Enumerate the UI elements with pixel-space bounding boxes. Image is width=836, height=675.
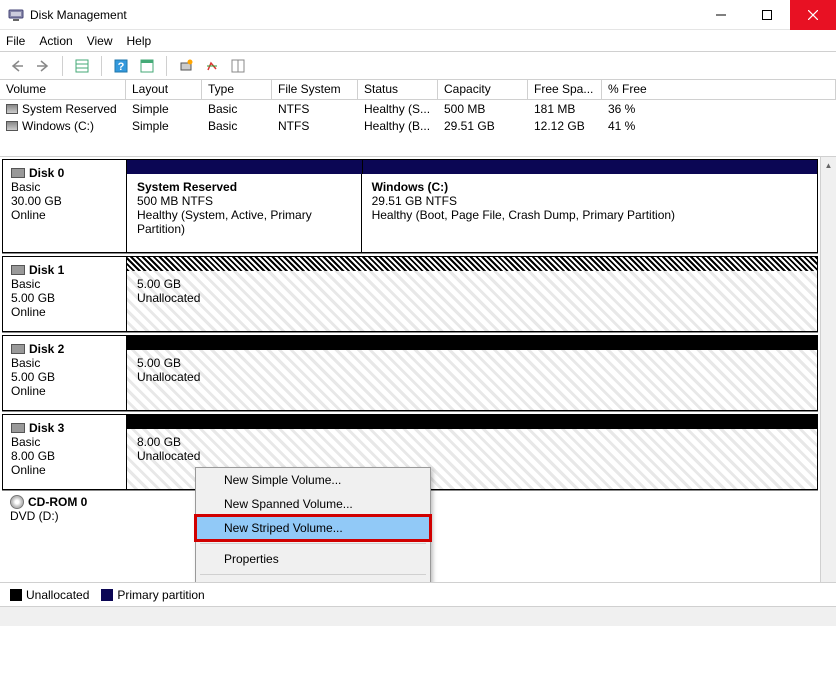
vol-layout: Simple	[126, 100, 202, 117]
col-volume[interactable]: Volume	[0, 80, 126, 99]
menu-file[interactable]: File	[6, 34, 25, 48]
volume-grid-header: Volume Layout Type File System Status Ca…	[0, 80, 836, 100]
col-capacity[interactable]: Capacity	[438, 80, 528, 99]
volume-row[interactable]: System Reserved Simple Basic NTFS Health…	[0, 100, 836, 117]
disk-row-2: Disk 2 Basic 5.00 GB Online 5.00 GB Unal…	[2, 335, 818, 412]
svg-text:?: ?	[118, 61, 125, 73]
legend-swatch-unallocated	[10, 589, 22, 601]
view-graphic-button[interactable]	[136, 55, 158, 77]
ctx-properties[interactable]: Properties	[196, 547, 430, 571]
ctx-separator	[200, 543, 426, 544]
disk-icon	[11, 344, 25, 354]
action3-button[interactable]	[227, 55, 249, 77]
vol-name: Windows (C:)	[22, 119, 94, 133]
volume-grid: System Reserved Simple Basic NTFS Health…	[0, 100, 836, 156]
vol-layout: Simple	[126, 117, 202, 134]
ctx-new-striped-volume[interactable]: New Striped Volume...	[196, 516, 430, 540]
vol-status: Healthy (S...	[358, 100, 438, 117]
vol-fs: NTFS	[272, 117, 358, 134]
forward-button[interactable]	[32, 55, 54, 77]
vol-pct: 36 %	[602, 100, 836, 117]
ctx-help[interactable]: Help	[196, 578, 430, 582]
ctx-separator	[200, 574, 426, 575]
action2-button[interactable]	[201, 55, 223, 77]
action1-button[interactable]	[175, 55, 197, 77]
app-icon	[8, 7, 24, 23]
legend-swatch-primary	[101, 589, 113, 601]
col-pct[interactable]: % Free	[602, 80, 836, 99]
close-button[interactable]	[790, 0, 836, 30]
partition-windows-c[interactable]: Windows (C:) 29.51 GB NTFS Healthy (Boot…	[362, 174, 817, 252]
disk-icon	[11, 265, 25, 275]
volume-icon	[6, 104, 18, 114]
disk-label[interactable]: Disk 1 Basic 5.00 GB Online	[2, 256, 126, 332]
help-button[interactable]: ?	[110, 55, 132, 77]
vertical-scrollbar[interactable]: ▲	[820, 157, 836, 582]
vol-free: 181 MB	[528, 100, 602, 117]
menu-action[interactable]: Action	[39, 34, 72, 48]
back-button[interactable]	[6, 55, 28, 77]
window-title: Disk Management	[30, 8, 698, 22]
vol-capacity: 500 MB	[438, 100, 528, 117]
menu-help[interactable]: Help	[127, 34, 152, 48]
disk-label[interactable]: CD-ROM 0 DVD (D:)	[2, 493, 126, 529]
minimize-button[interactable]	[698, 0, 744, 30]
context-menu: New Simple Volume... New Spanned Volume.…	[195, 467, 431, 582]
partition-system-reserved[interactable]: System Reserved 500 MB NTFS Healthy (Sys…	[127, 174, 362, 252]
volume-icon	[6, 121, 18, 131]
view-list-button[interactable]	[71, 55, 93, 77]
vol-type: Basic	[202, 117, 272, 134]
disk-label[interactable]: Disk 2 Basic 5.00 GB Online	[2, 335, 126, 411]
disk-icon	[11, 168, 25, 178]
vol-free: 12.12 GB	[528, 117, 602, 134]
vol-name: System Reserved	[22, 102, 117, 116]
status-bar	[0, 606, 836, 626]
vol-fs: NTFS	[272, 100, 358, 117]
disk-label[interactable]: Disk 0 Basic 30.00 GB Online	[2, 159, 126, 253]
ctx-new-spanned-volume[interactable]: New Spanned Volume...	[196, 492, 430, 516]
vol-capacity: 29.51 GB	[438, 117, 528, 134]
disk-icon	[11, 423, 25, 433]
cdrom-icon	[10, 495, 24, 509]
menu-view[interactable]: View	[87, 34, 113, 48]
col-status[interactable]: Status	[358, 80, 438, 99]
ctx-new-simple-volume[interactable]: New Simple Volume...	[196, 468, 430, 492]
vol-type: Basic	[202, 100, 272, 117]
title-bar: Disk Management	[0, 0, 836, 30]
col-type[interactable]: Type	[202, 80, 272, 99]
col-free[interactable]: Free Spa...	[528, 80, 602, 99]
partition-unallocated[interactable]: 5.00 GB Unallocated	[127, 271, 817, 331]
col-fs[interactable]: File System	[272, 80, 358, 99]
maximize-button[interactable]	[744, 0, 790, 30]
vol-status: Healthy (B...	[358, 117, 438, 134]
disk-label[interactable]: Disk 3 Basic 8.00 GB Online	[2, 414, 126, 490]
disk-row-0: Disk 0 Basic 30.00 GB Online System Rese…	[2, 159, 818, 254]
volume-row[interactable]: Windows (C:) Simple Basic NTFS Healthy (…	[0, 117, 836, 134]
col-layout[interactable]: Layout	[126, 80, 202, 99]
menu-bar: File Action View Help	[0, 30, 836, 52]
legend-bar: Unallocated Primary partition	[0, 582, 836, 606]
scroll-up-icon[interactable]: ▲	[821, 157, 836, 173]
vol-pct: 41 %	[602, 117, 836, 134]
disk-row-1: Disk 1 Basic 5.00 GB Online 5.00 GB Unal…	[2, 256, 818, 333]
partition-unallocated[interactable]: 5.00 GB Unallocated	[127, 350, 817, 410]
toolbar: ?	[0, 52, 836, 80]
disk-graphic-area: Disk 0 Basic 30.00 GB Online System Rese…	[0, 156, 836, 582]
